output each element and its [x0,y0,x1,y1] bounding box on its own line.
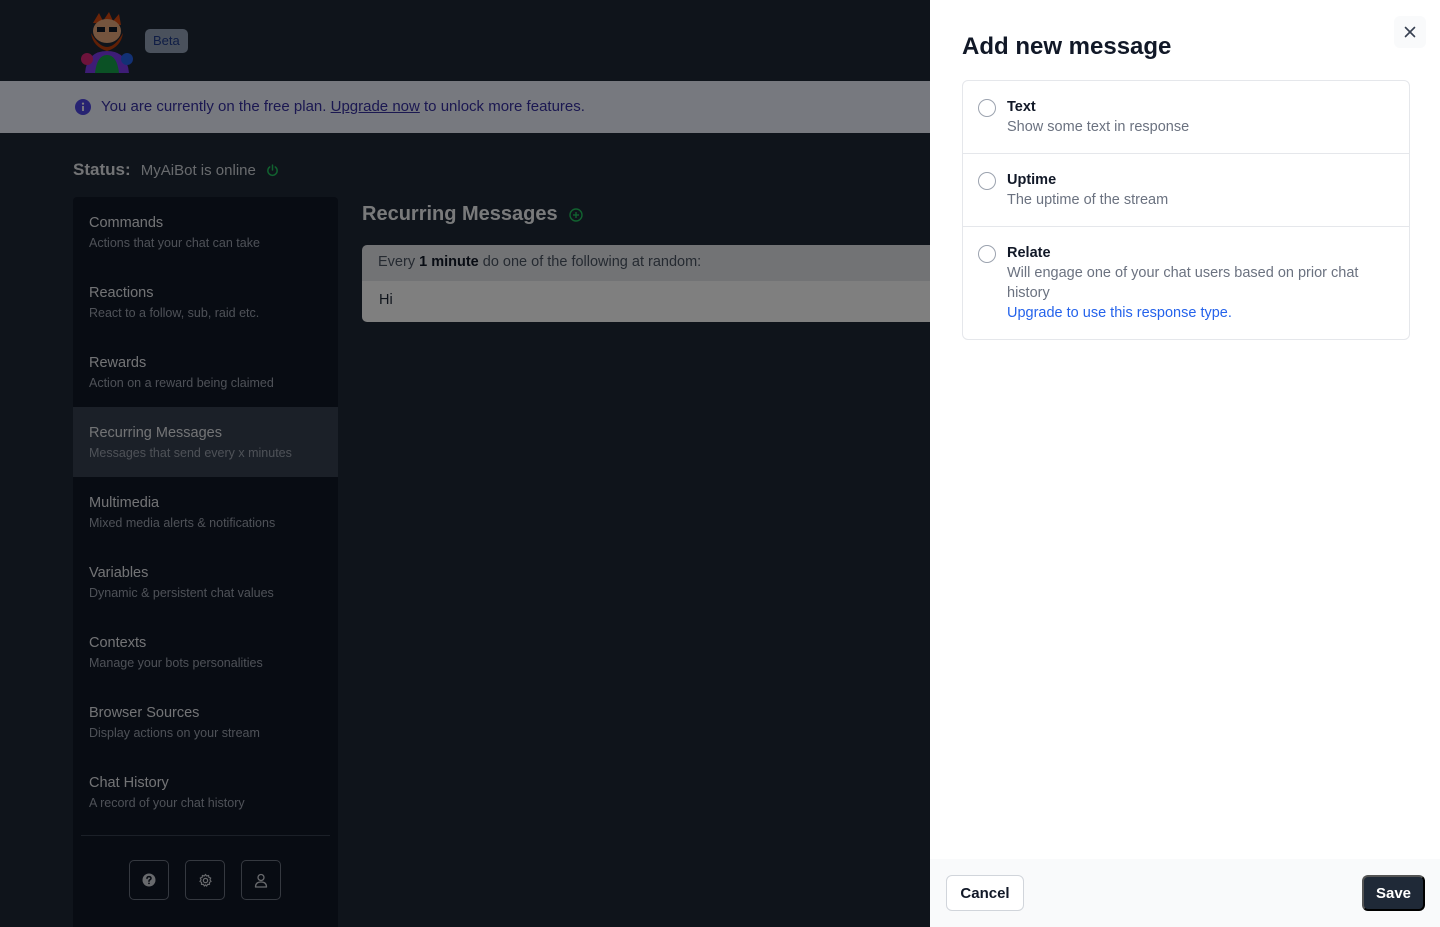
close-icon [1404,26,1416,38]
close-button[interactable] [1394,16,1426,48]
save-button[interactable]: Save [1362,875,1425,911]
option-title[interactable]: Text [1007,99,1036,115]
cancel-button[interactable]: Cancel [946,875,1024,911]
upgrade-response-link[interactable]: Upgrade to use this response type. [1007,305,1232,321]
option-title[interactable]: Uptime [1007,172,1056,188]
option-description: The uptime of the stream [1007,192,1169,208]
option-divider [963,153,1409,154]
radio-uptime[interactable] [978,172,996,190]
option-description: Show some text in response [1007,119,1190,135]
radio-text[interactable] [978,99,996,117]
radio-relate[interactable] [978,245,996,263]
response-type-options: Text Show some text in response Uptime T… [962,80,1410,340]
drawer-title: Add new message [962,33,1172,60]
option-title[interactable]: Relate [1007,245,1051,261]
option-description: Will engage one of your chat users based… [1007,265,1359,301]
option-divider [963,226,1409,227]
